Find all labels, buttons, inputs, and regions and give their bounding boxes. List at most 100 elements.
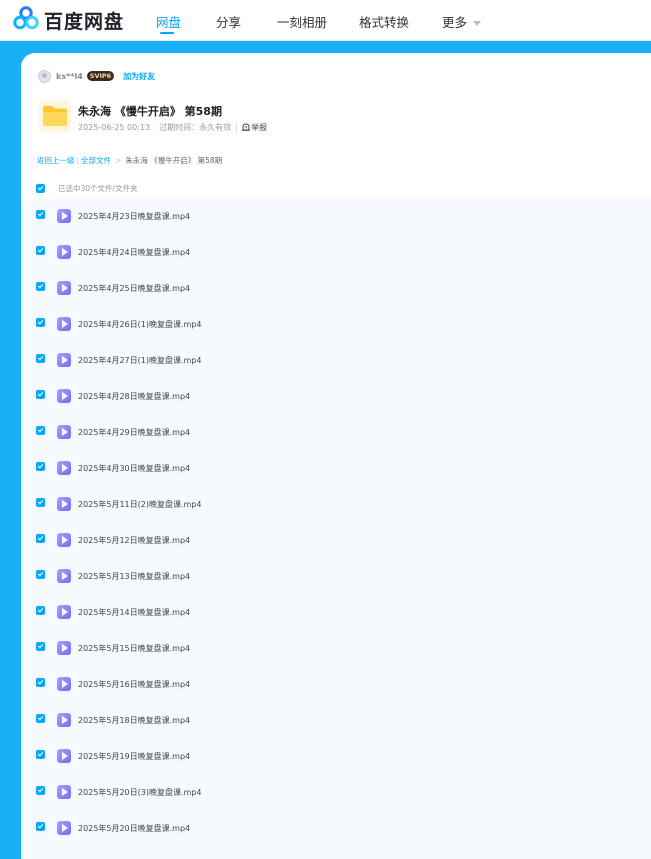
file-row[interactable]: 2025年4月27日(1)晚复盘课.mp4	[21, 343, 651, 379]
folder-icon	[39, 100, 71, 132]
checkbox-checked-icon[interactable]	[36, 786, 45, 795]
svip-badge: SVIP6	[86, 71, 115, 81]
checkbox-checked-icon[interactable]	[36, 750, 45, 759]
file-row[interactable]: 2025年5月11日(2)晚复盘课.mp4	[21, 487, 651, 523]
checkbox-checked-icon[interactable]	[36, 462, 45, 471]
share-owner: ks**l4 SVIP6 加为好友	[38, 69, 155, 83]
file-name[interactable]: 2025年5月20日晚复盘课.mp4	[78, 823, 190, 834]
video-file-icon	[57, 749, 71, 763]
checkbox-checked-icon[interactable]	[36, 426, 45, 435]
file-row[interactable]: 2025年5月16日晚复盘课.mp4	[21, 667, 651, 703]
video-file-icon	[57, 281, 71, 295]
report-button[interactable]: 举报	[242, 122, 267, 133]
share-panel: ks**l4 SVIP6 加为好友 朱永海 《慢牛开启》 第58期 2025-0…	[21, 53, 651, 859]
file-row[interactable]: 2025年4月23日晚复盘课.mp4	[21, 199, 651, 235]
nav-item-format-convert[interactable]: 格式转换	[359, 12, 409, 31]
file-row[interactable]: 2025年5月13日晚复盘课.mp4	[21, 559, 651, 595]
video-file-icon	[57, 461, 71, 475]
file-name[interactable]: 2025年5月14日晚复盘课.mp4	[78, 607, 190, 618]
checkbox-checked-icon[interactable]	[36, 570, 45, 579]
file-name[interactable]: 2025年5月11日(2)晚复盘课.mp4	[78, 499, 201, 510]
file-name[interactable]: 2025年5月12日晚复盘课.mp4	[78, 535, 190, 546]
file-name[interactable]: 2025年5月20日(3)晚复盘课.mp4	[78, 787, 201, 798]
video-file-icon	[57, 425, 71, 439]
checkbox-checked-icon[interactable]	[36, 498, 45, 507]
checkbox-checked-icon[interactable]	[36, 282, 45, 291]
breadcrumb-back-link[interactable]: 返回上一级	[37, 156, 75, 165]
checkbox-checked-icon[interactable]	[36, 210, 45, 219]
nav-active-indicator	[160, 32, 174, 34]
breadcrumb: 返回上一级 | 全部文件 > 朱永海 《慢牛开启》 第58期	[37, 156, 223, 165]
checkbox-checked-icon[interactable]	[36, 678, 45, 687]
video-file-icon	[57, 785, 71, 799]
file-row[interactable]: 2025年4月26日(1)晚复盘课.mp4	[21, 307, 651, 343]
chevron-down-icon	[473, 21, 482, 26]
checkbox-checked-icon[interactable]	[36, 246, 45, 255]
nav-item-netdisk[interactable]: 网盘	[156, 12, 181, 31]
video-file-icon	[57, 245, 71, 259]
checkbox-checked-icon[interactable]	[36, 822, 45, 831]
checkbox-checked-icon[interactable]	[36, 354, 45, 363]
video-file-icon	[57, 389, 71, 403]
brand-name: 百度网盘	[44, 10, 125, 33]
file-row[interactable]: 2025年5月18日晚复盘课.mp4	[21, 703, 651, 739]
video-file-icon	[57, 677, 71, 691]
add-friend-link[interactable]: 加为好友	[123, 71, 155, 82]
file-name[interactable]: 2025年4月30日晚复盘课.mp4	[78, 463, 190, 474]
file-row[interactable]: 2025年5月15日晚复盘课.mp4	[21, 631, 651, 667]
file-row[interactable]: 2025年4月28日晚复盘课.mp4	[21, 379, 651, 415]
file-name[interactable]: 2025年5月19日晚复盘课.mp4	[78, 751, 190, 762]
file-row[interactable]: 2025年5月12日晚复盘课.mp4	[21, 523, 651, 559]
divider	[236, 123, 238, 132]
file-name[interactable]: 2025年4月26日(1)晚复盘课.mp4	[78, 319, 201, 330]
file-name[interactable]: 2025年5月18日晚复盘课.mp4	[78, 715, 190, 726]
warning-icon	[242, 122, 251, 133]
video-file-icon	[57, 533, 71, 547]
file-row[interactable]: 2025年4月25日晚复盘课.mp4	[21, 271, 651, 307]
file-row[interactable]: 2025年5月19日晚复盘课.mp4	[21, 739, 651, 775]
share-meta: 2025-06-25 00:13 过期时间：永久有效 举报	[78, 122, 267, 133]
share-expire: 过期时间：永久有效	[159, 123, 232, 132]
file-name[interactable]: 2025年4月28日晚复盘课.mp4	[78, 391, 190, 402]
video-file-icon	[57, 641, 71, 655]
share-title: 朱永海 《慢牛开启》 第58期	[78, 105, 222, 118]
video-file-icon	[57, 713, 71, 727]
checkbox-checked-icon[interactable]	[36, 642, 45, 651]
file-name[interactable]: 2025年4月25日晚复盘课.mp4	[78, 283, 190, 294]
file-name[interactable]: 2025年4月24日晚复盘课.mp4	[78, 247, 190, 258]
checkbox-checked-icon[interactable]	[36, 714, 45, 723]
breadcrumb-current: 朱永海 《慢牛开启》 第58期	[125, 156, 223, 165]
logo[interactable]: 百度网盘	[13, 6, 125, 34]
file-row[interactable]: 2025年4月24日晚复盘课.mp4	[21, 235, 651, 271]
video-file-icon	[57, 569, 71, 583]
baidu-netdisk-logo-icon	[13, 6, 39, 34]
nav-item-more[interactable]: 更多	[442, 12, 482, 31]
file-name[interactable]: 2025年4月27日(1)晚复盘课.mp4	[78, 355, 201, 366]
file-name[interactable]: 2025年5月13日晚复盘课.mp4	[78, 571, 190, 582]
nav-item-share[interactable]: 分享	[216, 12, 241, 31]
checkbox-checked-icon[interactable]	[36, 534, 45, 543]
file-name[interactable]: 2025年5月16日晚复盘课.mp4	[78, 679, 190, 690]
file-row[interactable]: 2025年5月20日(3)晚复盘课.mp4	[21, 775, 651, 811]
checkbox-checked-icon[interactable]	[36, 318, 45, 327]
avatar[interactable]	[38, 69, 51, 83]
select-all: 已选中30个文件/文件夹	[36, 183, 138, 193]
nav-item-album[interactable]: 一刻相册	[277, 12, 327, 31]
breadcrumb-all-files-link[interactable]: 全部文件	[81, 156, 111, 165]
video-file-icon	[57, 317, 71, 331]
file-list: 2025年4月23日晚复盘课.mp4 2025年4月24日晚复盘课.mp4 2025…	[21, 199, 651, 859]
file-row[interactable]: 2025年4月29日晚复盘课.mp4	[21, 415, 651, 451]
select-all-checkbox[interactable]	[36, 183, 45, 193]
file-row[interactable]: 2025年4月30日晚复盘课.mp4	[21, 451, 651, 487]
file-name[interactable]: 2025年4月29日晚复盘课.mp4	[78, 427, 190, 438]
file-row[interactable]: 2025年5月20日晚复盘课.mp4	[21, 811, 651, 847]
nav-more-label: 更多	[442, 15, 468, 30]
checkbox-checked-icon[interactable]	[36, 606, 45, 615]
video-file-icon	[57, 605, 71, 619]
file-row[interactable]: 2025年5月14日晚复盘课.mp4	[21, 595, 651, 631]
video-file-icon	[57, 821, 71, 835]
checkbox-checked-icon[interactable]	[36, 390, 45, 399]
file-name[interactable]: 2025年5月15日晚复盘课.mp4	[78, 643, 190, 654]
file-name[interactable]: 2025年4月23日晚复盘课.mp4	[78, 211, 190, 222]
owner-name[interactable]: ks**l4	[56, 72, 83, 81]
